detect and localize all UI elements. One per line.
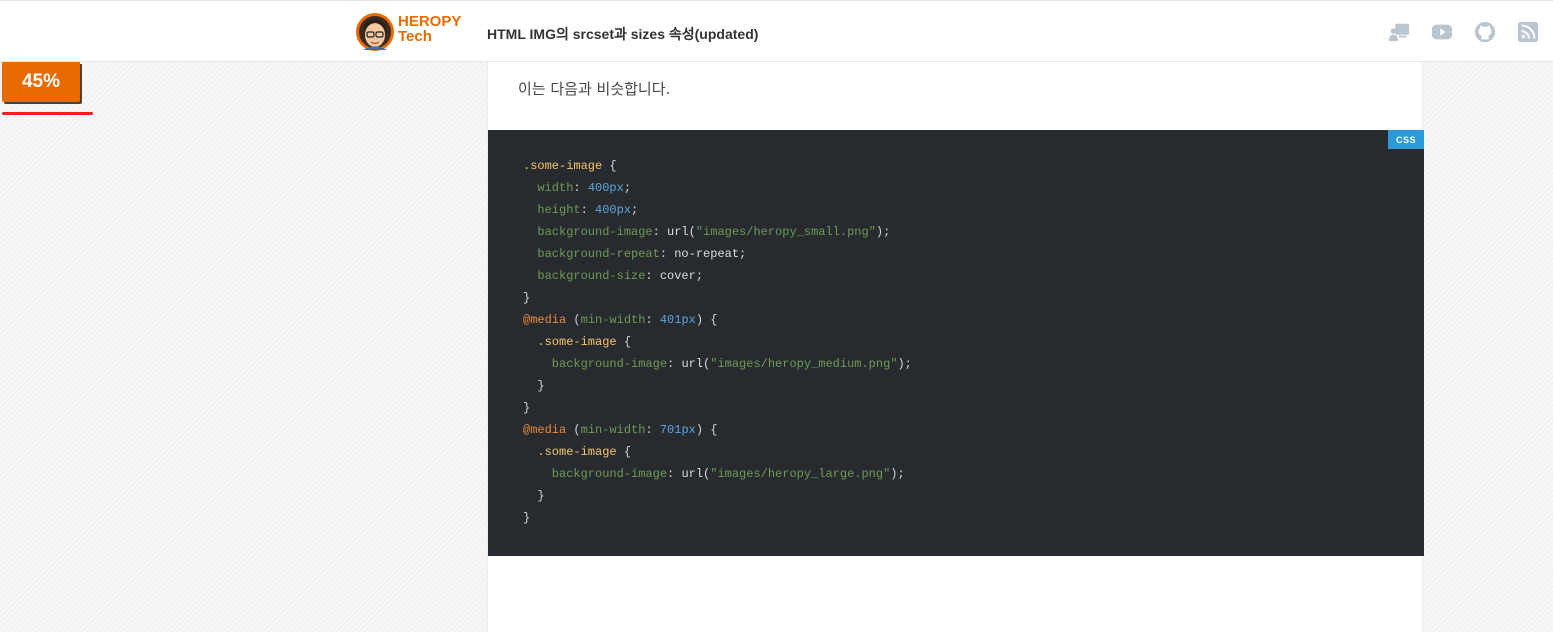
code-line: background-repeat: no-repeat; — [523, 243, 912, 265]
code-token: : — [645, 423, 660, 437]
code-line: .some-image { — [523, 331, 912, 353]
code-token: ; — [695, 269, 704, 283]
page-title: HTML IMG의 srcset과 sizes 속성(updated) — [487, 26, 759, 42]
code-token: ( — [566, 423, 581, 437]
presentation-icon[interactable] — [1388, 21, 1410, 43]
code-token: } — [523, 291, 531, 305]
code-line: background-image: url("images/heropy_med… — [523, 353, 912, 375]
code-token: { — [616, 335, 632, 349]
code-token: cover — [659, 269, 696, 283]
youtube-icon[interactable] — [1431, 21, 1453, 43]
code-token: @media — [523, 313, 567, 327]
site-logo[interactable]: HEROPY Tech — [355, 11, 465, 55]
code-token: ); — [890, 467, 905, 481]
code-token: @media — [523, 423, 567, 437]
code-token: url( — [681, 467, 711, 481]
reading-progress-badge: 45% — [2, 62, 80, 102]
code-token: background-image — [523, 357, 668, 371]
code-line: background-size: cover; — [523, 265, 912, 287]
code-token: 701px — [659, 423, 696, 437]
code-token: : — [580, 203, 596, 217]
code-line: } — [523, 397, 912, 419]
code-token: background-repeat — [523, 247, 660, 261]
code-line: @media (min-width: 401px) { — [523, 309, 912, 331]
code-token: : — [645, 269, 660, 283]
code-token: .some-image — [523, 159, 603, 173]
code-token: "images/heropy_large.png" — [710, 467, 891, 481]
code-token: url( — [681, 357, 711, 371]
code-token: "images/heropy_small.png" — [695, 225, 876, 239]
brand-name: HEROPY Tech — [398, 14, 461, 44]
code-token: { — [602, 159, 617, 173]
code-token: height — [523, 203, 581, 217]
code-token: : — [573, 181, 588, 195]
code-token: width — [523, 181, 574, 195]
code-token: : — [652, 225, 668, 239]
code-token: } — [523, 511, 531, 525]
code-line: height: 400px; — [523, 199, 912, 221]
code-line: width: 400px; — [523, 177, 912, 199]
intro-text: 이는 다음과 비슷합니다. — [518, 80, 671, 98]
code-line: background-image: url("images/heropy_lar… — [523, 463, 912, 485]
code-token: } — [523, 489, 545, 503]
code-token: background-image — [523, 467, 668, 481]
code-token: url( — [667, 225, 696, 239]
github-icon[interactable] — [1474, 21, 1496, 43]
code-token: 401px — [659, 313, 696, 327]
code-line: .some-image { — [523, 155, 912, 177]
code-token: ( — [566, 313, 581, 327]
avatar-icon — [356, 13, 394, 51]
code-token: ); — [875, 225, 891, 239]
code-language-badge: CSS — [1388, 130, 1424, 149]
code-line: } — [523, 485, 912, 507]
code-block: CSS .some-image { width: 400px; height: … — [488, 130, 1424, 556]
code-line: background-image: url("images/heropy_sma… — [523, 221, 912, 243]
code-token: { — [616, 445, 632, 459]
code-token: background-image — [523, 225, 653, 239]
brand-line-1: HEROPY — [398, 13, 462, 30]
code-token: ; — [631, 203, 639, 217]
progress-underline — [2, 112, 93, 115]
social-nav — [1388, 21, 1539, 43]
rss-icon[interactable] — [1517, 21, 1539, 43]
brand-line-2: Tech — [398, 28, 432, 45]
code-token: min-width — [580, 423, 646, 437]
article-content: 이는 다음과 비슷합니다. CSS .some-image { width: 4… — [487, 62, 1424, 632]
code-token: ) { — [695, 313, 718, 327]
code-token: : — [645, 313, 660, 327]
code-line: @media (min-width: 701px) { — [523, 419, 912, 441]
code-token: : — [667, 357, 682, 371]
code-token: : — [659, 247, 675, 261]
code-line: } — [523, 507, 912, 529]
code-token: ; — [623, 181, 632, 195]
code-token: "images/heropy_medium.png" — [710, 357, 898, 371]
code-token: .some-image — [523, 335, 617, 349]
code-token: ; — [739, 247, 747, 261]
code-text: .some-image { width: 400px; height: 400p… — [523, 155, 912, 529]
code-token: } — [523, 379, 545, 393]
code-line: } — [523, 287, 912, 309]
code-token: background-size — [523, 269, 646, 283]
code-token: ); — [897, 357, 912, 371]
code-token: no-repeat — [674, 247, 740, 261]
code-line: .some-image { — [523, 441, 912, 463]
code-token: ) { — [695, 423, 718, 437]
code-line: } — [523, 375, 912, 397]
code-token: .some-image — [523, 445, 617, 459]
code-token: 400px — [587, 181, 624, 195]
code-token: 400px — [595, 203, 632, 217]
top-header: HEROPY Tech HTML IMG의 srcset과 sizes 속성(u… — [0, 0, 1553, 62]
code-token: : — [667, 467, 682, 481]
code-token: min-width — [580, 313, 646, 327]
code-token: } — [523, 401, 531, 415]
